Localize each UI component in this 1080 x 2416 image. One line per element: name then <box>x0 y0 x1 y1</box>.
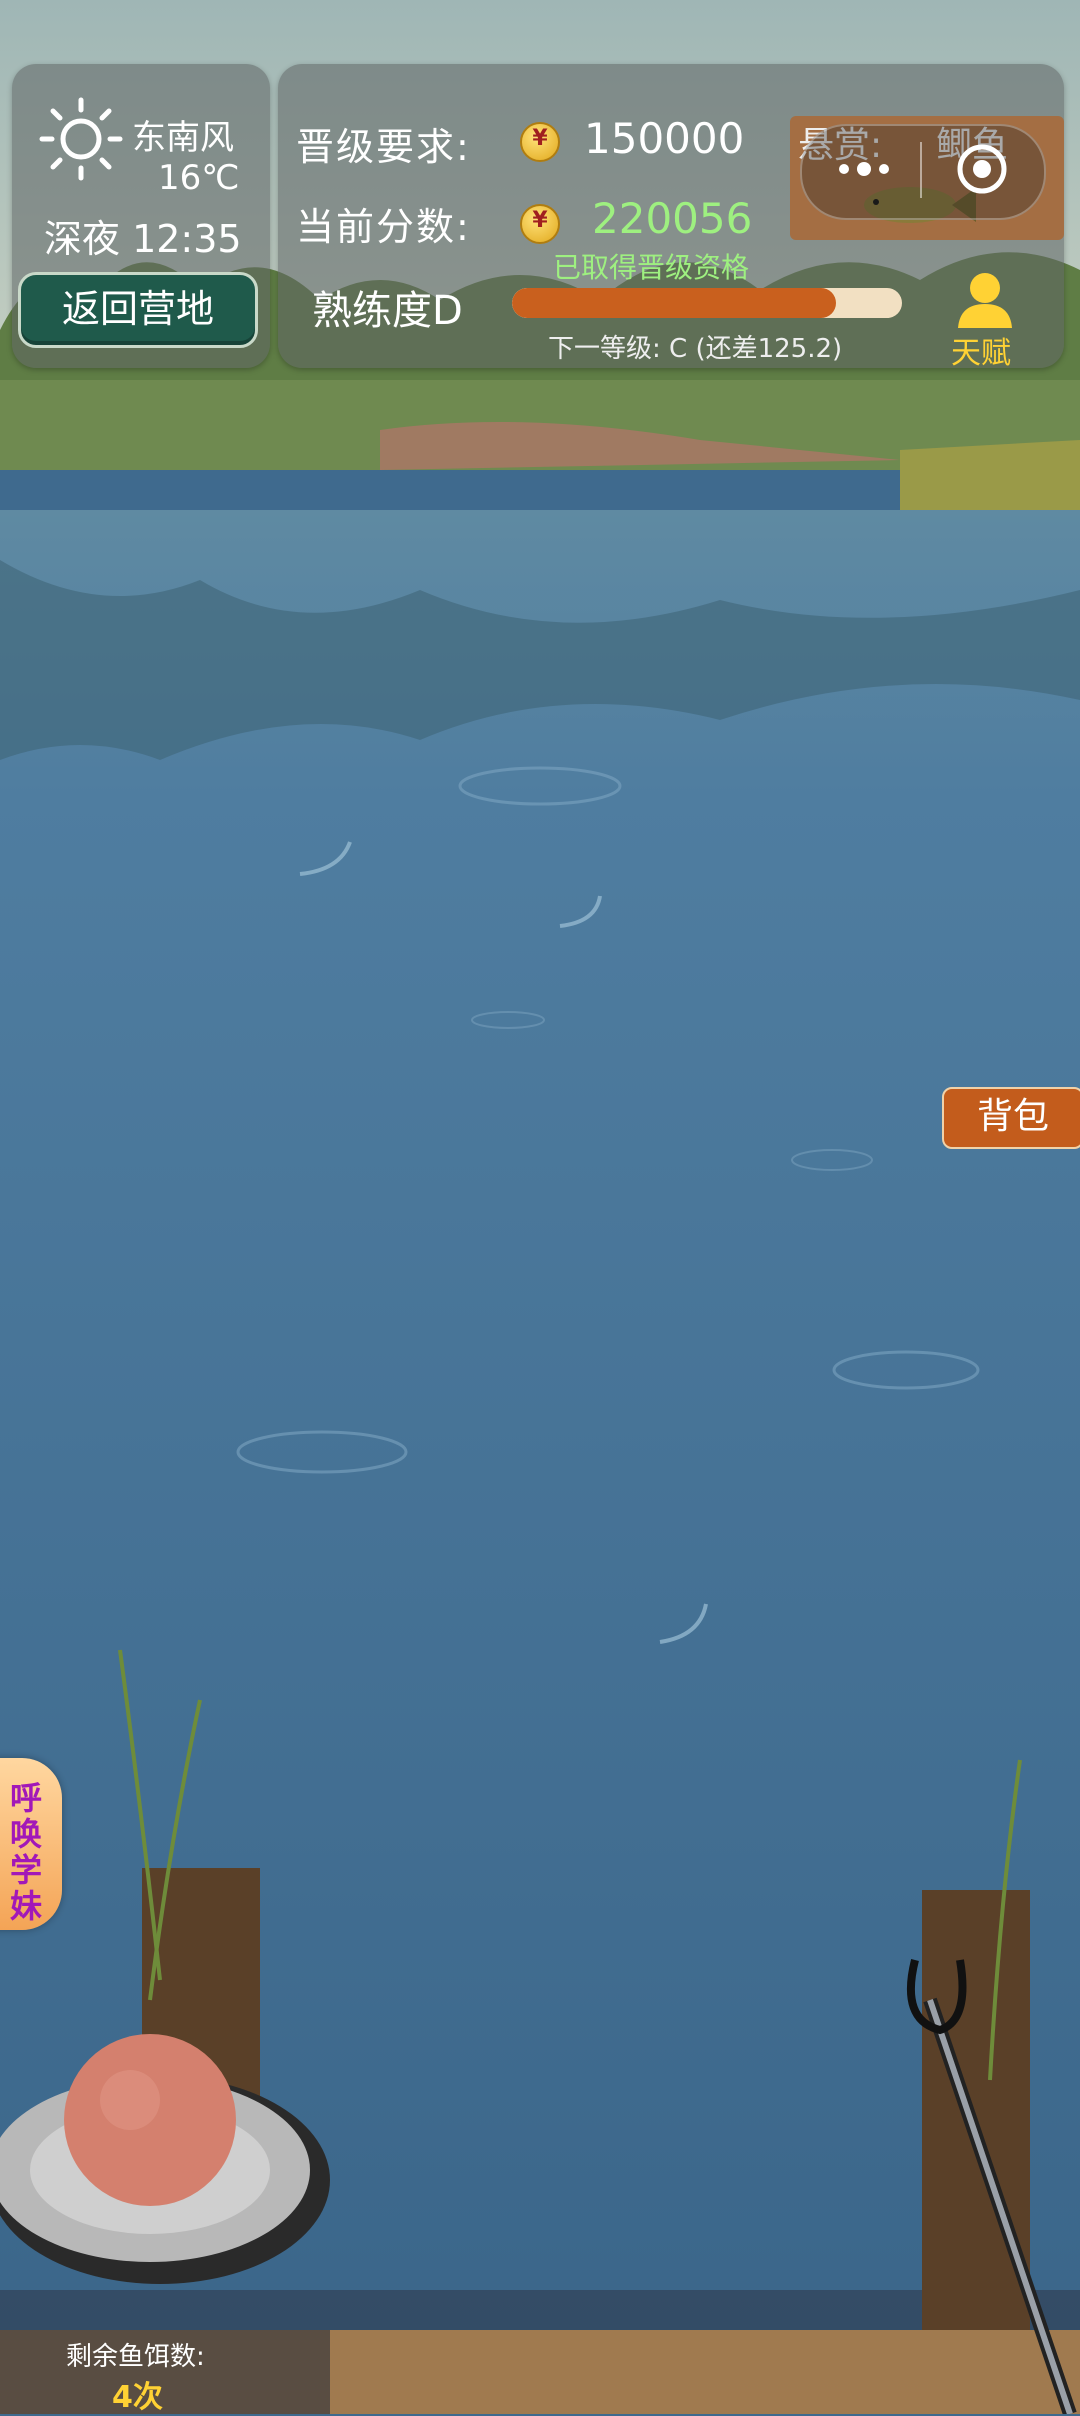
game-time: 深夜 12:35 <box>44 217 242 261</box>
backpack-button[interactable]: 背包 <box>942 1087 1080 1149</box>
coin-icon <box>520 204 560 244</box>
next-level-text: 下一等级: C (还差125.2) <box>548 334 843 364</box>
person-icon[interactable] <box>954 270 1016 330</box>
more-options-icon[interactable] <box>836 154 892 184</box>
capsule-divider <box>920 142 922 198</box>
close-target-icon[interactable] <box>956 143 1008 195</box>
coin-icon <box>520 122 560 162</box>
sun-icon <box>39 97 123 181</box>
proficiency-label: 熟练度D <box>312 288 463 334</box>
talent-button[interactable]: 天赋 <box>951 328 1011 372</box>
requirement-value: 150000 <box>584 114 745 163</box>
temperature: 16℃ <box>158 158 240 198</box>
proficiency-progress-fill <box>512 288 836 318</box>
qualified-status: 已取得晋级资格 <box>553 251 750 284</box>
current-score-label: 当前分数: <box>296 205 471 249</box>
wind-direction: 东南风 <box>132 118 234 158</box>
remaining-bait-count: 4次 <box>112 2380 163 2415</box>
summon-label: 呼唤学妹 <box>10 1779 43 1925</box>
remaining-bait-label: 剩余鱼饵数: <box>66 2342 205 2372</box>
requirement-label: 晋级要求: <box>296 125 471 169</box>
proficiency-progress-bar <box>512 288 902 318</box>
current-score-value: 220056 <box>592 194 753 243</box>
return-camp-button[interactable]: 返回营地 <box>18 272 258 348</box>
summon-button[interactable]: 呼唤学妹 <box>0 1758 62 1930</box>
